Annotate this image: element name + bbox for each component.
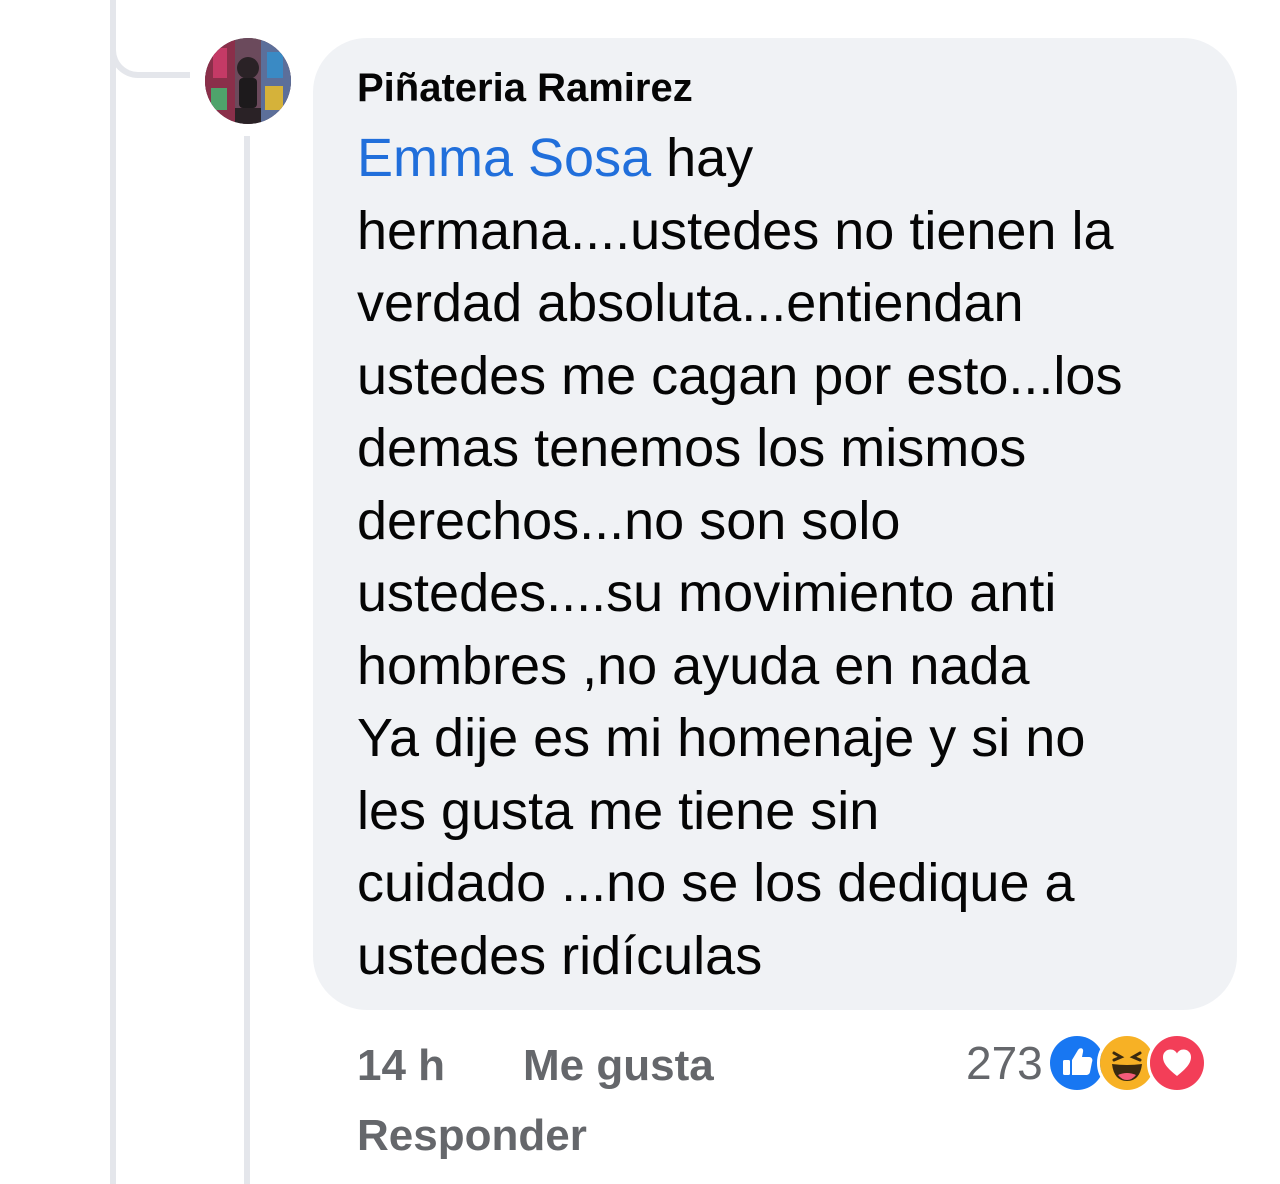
comment-bubble: Piñateria Ramirez Emma Sosa hay hermana.… bbox=[313, 38, 1237, 1010]
like-button[interactable]: Me gusta bbox=[523, 1038, 714, 1094]
reactions-summary[interactable]: 273 bbox=[966, 1032, 1207, 1094]
comment-line: cuidado ...no se los dedique a bbox=[357, 853, 1075, 913]
thread-line bbox=[110, 0, 116, 1184]
love-icon bbox=[1146, 1033, 1207, 1093]
comment-thread: Piñateria Ramirez Emma Sosa hay hermana.… bbox=[0, 0, 1280, 1184]
comment-line: hermana....ustedes no tienen la bbox=[357, 200, 1114, 261]
reaction-count: 273 bbox=[966, 1037, 1043, 1089]
comment-line: Ya dije es mi homenaje y si no bbox=[357, 708, 1086, 768]
comment-text-fragment: hay bbox=[651, 128, 754, 188]
comment-line: hombres ,no ayuda en nada bbox=[357, 635, 1030, 696]
comment-line: derechos...no son solo bbox=[357, 490, 901, 551]
comment-line: ustedes ridículas bbox=[357, 925, 763, 986]
thread-connector bbox=[110, 0, 190, 78]
comment-line: ustedes me cagan por esto...los bbox=[357, 345, 1123, 406]
comment-timestamp[interactable]: 14 h bbox=[357, 1038, 445, 1094]
comment-text: Emma Sosa hay hermana....ustedes no tien… bbox=[357, 122, 1197, 992]
avatar[interactable] bbox=[205, 38, 291, 124]
comment-line: Emma Sosa hay bbox=[357, 122, 1197, 195]
comment-line: les gusta me tiene sin bbox=[357, 780, 880, 841]
comment-author[interactable]: Piñateria Ramirez bbox=[357, 62, 1197, 114]
comment-line: ustedes....su movimiento anti bbox=[357, 563, 1057, 623]
mention-link[interactable]: Emma Sosa bbox=[357, 128, 651, 188]
reply-button[interactable]: Responder bbox=[357, 1108, 587, 1164]
comment-line: verdad absoluta...entiendan bbox=[357, 273, 1024, 333]
reply-thread-line bbox=[244, 136, 250, 1184]
comment-line: demas tenemos los mismos bbox=[357, 418, 1027, 478]
